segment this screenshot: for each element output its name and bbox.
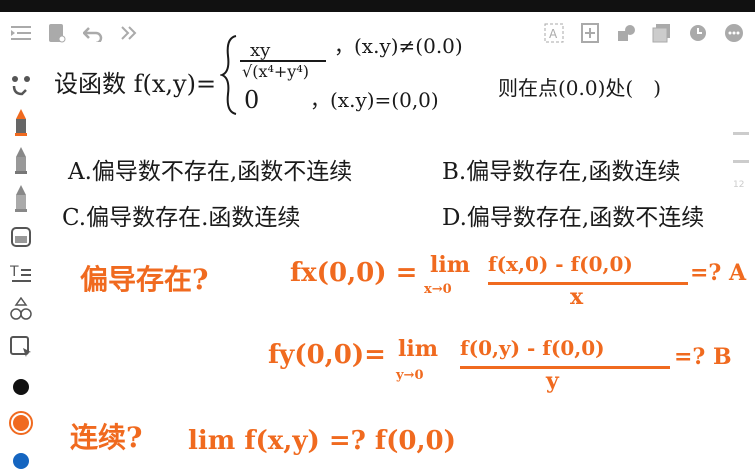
pen-orange-icon[interactable] bbox=[8, 109, 34, 136]
note-fy-lhs: fy(0,0)= bbox=[268, 340, 386, 370]
scroll-tick bbox=[733, 132, 749, 135]
note-fy-sub: y→0 bbox=[396, 368, 424, 383]
note-fx-rhs: =? A bbox=[690, 260, 747, 286]
text-tool-icon[interactable]: T bbox=[8, 260, 34, 286]
note-fy-denominator: y bbox=[546, 368, 559, 394]
scroll-page-label: 12 bbox=[733, 180, 745, 190]
page-add-icon[interactable] bbox=[577, 20, 603, 46]
case2-value: 0 bbox=[244, 86, 260, 114]
note-canvas[interactable]: 设函数 f(x,y)= xy √(x⁴+y⁴) ，(x.y)≠(0.0) 0 ，… bbox=[40, 34, 746, 471]
note-fx-fraction-bar bbox=[488, 282, 688, 285]
color-blue-icon[interactable] bbox=[8, 448, 34, 474]
expand-icon[interactable] bbox=[116, 20, 142, 46]
highlighter-icon[interactable] bbox=[8, 185, 34, 212]
pencil-icon[interactable] bbox=[8, 147, 34, 174]
case1-denominator: √(x⁴+y⁴) bbox=[242, 62, 309, 81]
note-fy-fraction-bar bbox=[460, 366, 670, 369]
option-b: B.偏导数存在,函数连续 bbox=[442, 159, 681, 185]
note-fx-sub: x→0 bbox=[424, 282, 452, 297]
case1-condition: ，(x.y)≠(0.0) bbox=[334, 34, 463, 58]
tablet-icon[interactable] bbox=[44, 20, 70, 46]
more-icon[interactable] bbox=[721, 20, 747, 46]
color-orange-icon[interactable] bbox=[8, 410, 34, 436]
note-continuity-expr: lim f(x,y) =? f(0,0) bbox=[188, 426, 456, 456]
question-text: 则在点(0.0)处( ) bbox=[498, 76, 662, 100]
list-indent-icon[interactable] bbox=[8, 20, 34, 46]
shapes-icon[interactable] bbox=[613, 20, 639, 46]
note-fy-numerator: f(0,y) - f(0,0) bbox=[460, 336, 605, 360]
note-fx-lim: lim bbox=[430, 252, 470, 278]
note-fx-numerator: f(x,0) - f(0,0) bbox=[488, 252, 633, 276]
note-fx-lhs: fx(0,0) = bbox=[290, 258, 418, 288]
clock-icon[interactable] bbox=[685, 20, 711, 46]
layers-icon[interactable] bbox=[649, 20, 675, 46]
svg-text:A: A bbox=[549, 27, 558, 41]
undo-icon[interactable] bbox=[80, 20, 106, 46]
option-c: C.偏导数存在.函数连续 bbox=[62, 205, 301, 231]
eraser-icon[interactable] bbox=[8, 224, 34, 250]
system-status-bar bbox=[0, 0, 755, 12]
shape-tool-icon[interactable] bbox=[8, 296, 34, 322]
option-a: A.偏导数不存在,函数不连续 bbox=[68, 159, 353, 185]
note-continuity-question: 连续? bbox=[70, 421, 143, 454]
case2-condition: ，(x.y)=(0,0) bbox=[310, 88, 439, 112]
note-fy-rhs: =? B bbox=[674, 344, 732, 370]
piecewise-brace bbox=[220, 35, 237, 115]
option-d: D.偏导数存在,函数不连续 bbox=[442, 205, 705, 231]
lasso-select-icon[interactable] bbox=[8, 72, 34, 98]
image-select-icon[interactable] bbox=[8, 334, 34, 360]
note-fy-lim: lim bbox=[398, 336, 438, 362]
case1-numerator: xy bbox=[250, 40, 271, 61]
problem-intro: 设函数 f(x,y)= bbox=[54, 70, 217, 98]
page-scrollbar[interactable]: 12 bbox=[733, 110, 749, 230]
note-fx-denominator: x bbox=[570, 284, 584, 310]
svg-text:T: T bbox=[10, 264, 19, 280]
note-partial-question: 偏导存在? bbox=[80, 263, 209, 296]
tool-sidebar: T bbox=[0, 60, 40, 471]
text-recognize-icon[interactable]: A bbox=[541, 20, 567, 46]
color-black-icon[interactable] bbox=[8, 374, 34, 400]
scroll-tick bbox=[733, 160, 749, 163]
